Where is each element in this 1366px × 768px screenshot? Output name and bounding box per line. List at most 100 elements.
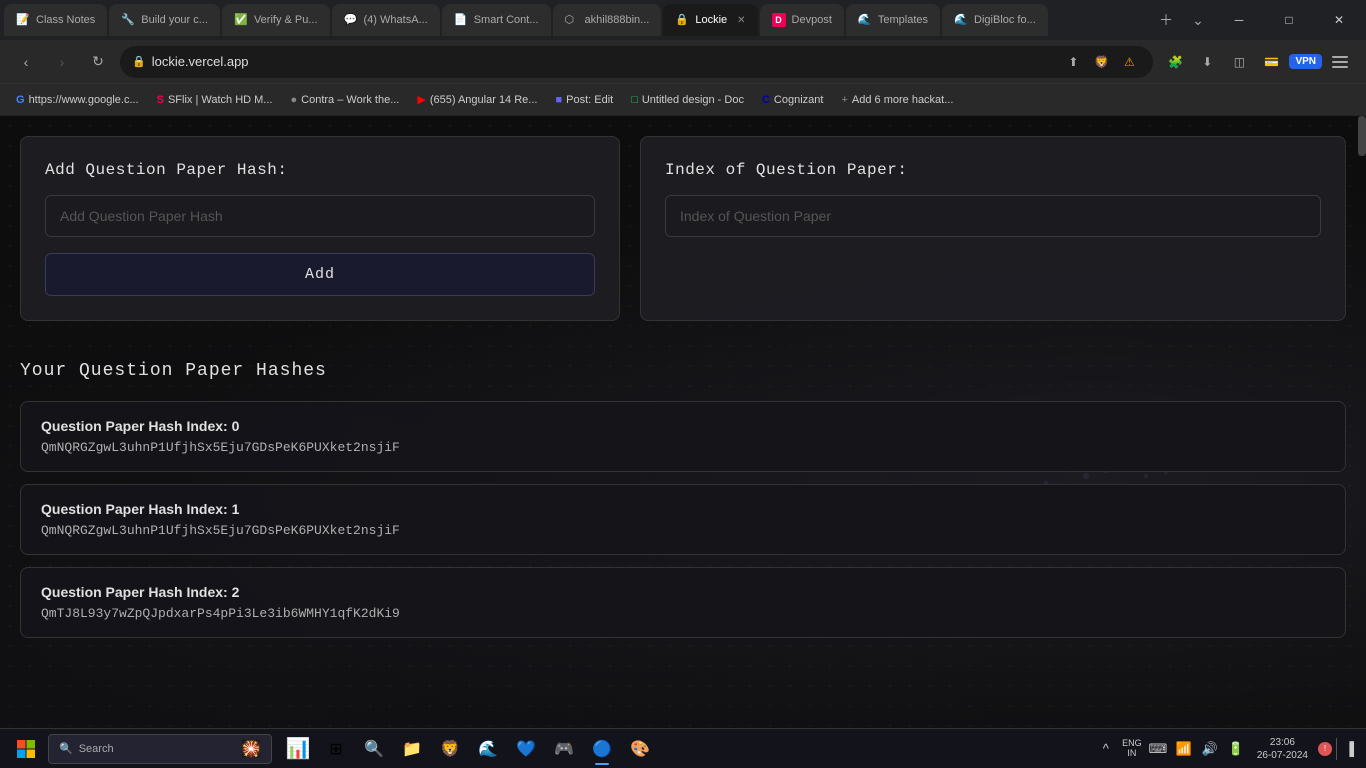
back-button[interactable]: ‹ xyxy=(12,48,40,76)
tab-verify[interactable]: ✅ Verify & Pu... xyxy=(222,4,330,36)
hash-index-0: Question Paper Hash Index: 0 xyxy=(41,418,1325,434)
taskbar-app-chrome[interactable]: 🔵 xyxy=(584,731,620,767)
bookmark-angular[interactable]: ▶ (655) Angular 14 Re... xyxy=(409,89,545,110)
share-icon[interactable]: ⬆ xyxy=(1061,50,1085,74)
bookmark-hackathon[interactable]: + Add 6 more hackat... xyxy=(833,90,961,110)
scrollbar-thumb[interactable] xyxy=(1358,116,1366,156)
tab-favicon-templates: 🌊 xyxy=(858,13,872,27)
menu-button[interactable] xyxy=(1326,48,1354,76)
tab-favicon-digibloc: 🌊 xyxy=(954,13,968,27)
menu-line-2 xyxy=(1332,61,1348,63)
download-icon[interactable]: ⬇ xyxy=(1193,48,1221,76)
vpn-button[interactable]: VPN xyxy=(1289,54,1322,69)
chart-icon: 📊 xyxy=(286,736,311,761)
bookmark-contra-icon: ● xyxy=(290,94,297,106)
tab-smart-cont[interactable]: 📄 Smart Cont... xyxy=(442,4,551,36)
notification-badge[interactable]: ! xyxy=(1318,742,1332,756)
tab-label-templates: Templates xyxy=(878,14,928,26)
bookmark-untitled[interactable]: □ Untitled design - Doc xyxy=(623,90,752,110)
tab-label-verify: Verify & Pu... xyxy=(254,14,318,26)
bookmark-cognizant[interactable]: C Cognizant xyxy=(754,90,832,110)
new-tab-button[interactable]: ＋ xyxy=(1152,6,1180,34)
tab-digibloc[interactable]: 🌊 DigiBloc fo... xyxy=(942,4,1048,36)
language-icon[interactable]: ENG IN xyxy=(1121,738,1143,760)
taskbar-app-chart[interactable]: 📊 xyxy=(280,731,316,767)
forward-button[interactable]: › xyxy=(48,48,76,76)
tab-class-notes[interactable]: 📝 Class Notes xyxy=(4,4,107,36)
taskbar-app-vscode[interactable]: 💙 xyxy=(508,731,544,767)
bookmark-google-icon: G xyxy=(16,94,25,106)
bookmark-sflix[interactable]: S SFlix | Watch HD M... xyxy=(149,90,281,110)
hash-index-1: Question Paper Hash Index: 1 xyxy=(41,501,1325,517)
taskbar-app-brave[interactable]: 🦁 xyxy=(432,731,468,767)
hash-card-2: Question Paper Hash Index: 2 QmTJ8L93y7w… xyxy=(20,567,1346,638)
warning-icon[interactable]: ⚠ xyxy=(1117,50,1141,74)
time-display: 23:06 xyxy=(1270,736,1295,749)
close-button[interactable]: ✕ xyxy=(1316,0,1362,40)
bookmark-contra[interactable]: ● Contra – Work the... xyxy=(282,90,407,110)
scrollbar-track[interactable] xyxy=(1358,116,1366,156)
tab-favicon-lockie: 🔒 xyxy=(675,13,689,27)
top-section: Add Question Paper Hash: Add Index of Qu… xyxy=(20,136,1346,321)
edge-icon: 🌊 xyxy=(478,739,498,759)
tab-lockie[interactable]: 🔒 Lockie ✕ xyxy=(663,4,757,36)
index-hash-input[interactable] xyxy=(665,195,1321,237)
chrome-icon: 🔵 xyxy=(592,739,612,759)
taskbar-system: ^ ENG IN ⌨ 📶 🔊 🔋 23:06 26-07-2024 ! ▐ xyxy=(1095,736,1358,762)
tab-templates[interactable]: 🌊 Templates xyxy=(846,4,940,36)
taskbar-app-search[interactable]: 🔍 xyxy=(356,731,392,767)
tab-devpost[interactable]: D Devpost xyxy=(760,4,844,36)
network-icon[interactable]: 📶 xyxy=(1173,738,1195,760)
taskbar-app-discord[interactable]: 🎮 xyxy=(546,731,582,767)
chevron-up-icon[interactable]: ^ xyxy=(1095,738,1117,760)
taskbar-apps: 📊 ⊞ 🔍 📁 🦁 🌊 💙 🎮 🔵 🎨 xyxy=(280,731,658,767)
taskbar-app-explorer[interactable]: ⊞ xyxy=(318,731,354,767)
tab-close-lockie[interactable]: ✕ xyxy=(737,15,745,26)
bookmark-untitled-icon: □ xyxy=(631,94,638,106)
tab-favicon-build-your: 🔧 xyxy=(121,13,135,27)
tab-search-button[interactable]: ⌄ xyxy=(1184,6,1212,34)
wallet-icon[interactable]: 💳 xyxy=(1257,48,1285,76)
taskbar-app-file[interactable]: 📁 xyxy=(394,731,430,767)
bookmark-post-edit[interactable]: ■ Post: Edit xyxy=(547,90,621,110)
bookmark-angular-icon: ▶ xyxy=(417,93,425,106)
tab-label-whatsapp: (4) WhatsA... xyxy=(364,14,428,26)
figma-icon: 🎨 xyxy=(630,739,650,759)
tab-build-your[interactable]: 🔧 Build your c... xyxy=(109,4,220,36)
bookmark-angular-label: (655) Angular 14 Re... xyxy=(430,94,538,106)
tab-label-devpost: Devpost xyxy=(792,14,832,26)
sidebar-icon[interactable]: ◫ xyxy=(1225,48,1253,76)
tab-favicon-smart-cont: 📄 xyxy=(454,13,468,27)
extensions-icon[interactable]: 🧩 xyxy=(1161,48,1189,76)
start-button[interactable] xyxy=(8,731,44,767)
add-hash-button[interactable]: Add xyxy=(45,253,595,296)
tab-github[interactable]: ⬡ akhil888bin... xyxy=(553,4,662,36)
tab-label-digibloc: DigiBloc fo... xyxy=(974,14,1036,26)
bookmark-post-icon: ■ xyxy=(555,94,562,106)
brave-shield-icon[interactable]: 🦁 xyxy=(1089,50,1113,74)
tab-label-lockie: Lockie xyxy=(695,14,727,26)
minimize-button[interactable]: ─ xyxy=(1216,0,1262,40)
taskbar-search-bar[interactable]: 🔍 Search 🎇 xyxy=(48,734,272,764)
bookmark-cognizant-label: Cognizant xyxy=(774,94,824,106)
tab-whatsapp[interactable]: 💬 (4) WhatsA... xyxy=(332,4,440,36)
taskbar-app-edge[interactable]: 🌊 xyxy=(470,731,506,767)
vscode-icon: 💙 xyxy=(516,739,536,759)
url-bar[interactable]: 🔒 lockie.vercel.app ⬆ 🦁 ⚠ xyxy=(120,46,1153,78)
volume-icon[interactable]: 🔊 xyxy=(1199,738,1221,760)
show-desktop-button[interactable]: ▐ xyxy=(1336,738,1358,760)
reload-button[interactable]: ↻ xyxy=(84,48,112,76)
add-hash-title: Add Question Paper Hash: xyxy=(45,161,595,179)
tab-favicon-github: ⬡ xyxy=(565,13,579,27)
add-hash-input[interactable] xyxy=(45,195,595,237)
tab-favicon-devpost: D xyxy=(772,13,786,27)
system-time[interactable]: 23:06 26-07-2024 xyxy=(1251,736,1314,762)
keyboard-icon[interactable]: ⌨ xyxy=(1147,738,1169,760)
taskbar-app-figma[interactable]: 🎨 xyxy=(622,731,658,767)
maximize-button[interactable]: □ xyxy=(1266,0,1312,40)
battery-icon[interactable]: 🔋 xyxy=(1225,738,1247,760)
tab-favicon-verify: ✅ xyxy=(234,13,248,27)
bookmark-google[interactable]: G https://www.google.c... xyxy=(8,90,147,110)
bookmark-hackathon-icon: + xyxy=(841,94,847,106)
url-actions: ⬆ 🦁 ⚠ xyxy=(1061,50,1141,74)
